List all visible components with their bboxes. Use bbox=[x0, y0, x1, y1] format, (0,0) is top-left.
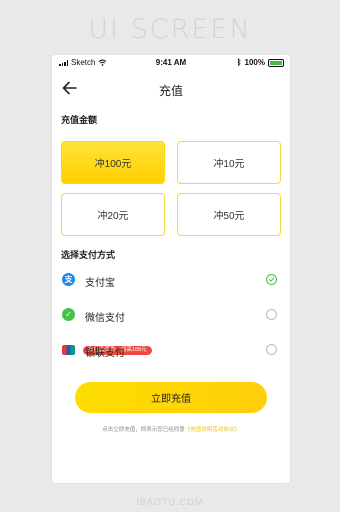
radio-unchecked-icon[interactable] bbox=[266, 344, 277, 355]
recharge-now-button[interactable]: 立即充值 bbox=[75, 382, 267, 413]
amount-option-100[interactable]: 冲100元 bbox=[61, 141, 165, 184]
amount-option-10[interactable]: 冲10元 bbox=[177, 141, 281, 184]
bluetooth-icon: ᛒ bbox=[236, 58, 242, 67]
agreement-text: 点击立即充值，即表示您已经同意《充值说明活动协议》 bbox=[52, 425, 290, 433]
payment-method-wechat[interactable]: ✓ 微信支付 bbox=[61, 307, 280, 325]
payment-section-label: 选择支付方式 bbox=[61, 250, 116, 260]
amount-section-label: 充值金额 bbox=[61, 115, 98, 125]
page-title: 充值 bbox=[158, 84, 183, 98]
agreement-prefix: 点击立即充值，即表示您已经同意 bbox=[102, 427, 185, 433]
amount-option-50[interactable]: 冲50元 bbox=[177, 193, 281, 236]
radio-unchecked-icon[interactable] bbox=[266, 309, 277, 320]
status-bar: Sketch 9:41 AM ᛒ 100% bbox=[52, 55, 290, 71]
payment-method-alipay[interactable]: 支 支付宝 bbox=[61, 272, 280, 290]
payment-method-label: 微信支付 bbox=[85, 313, 125, 324]
amount-option-label: 冲50元 bbox=[213, 211, 245, 222]
phone-screen: Sketch 9:41 AM ᛒ 100% 充值 充值金额 冲100元 冲10元… bbox=[52, 55, 290, 483]
amount-option-20[interactable]: 冲20元 bbox=[61, 193, 165, 236]
alipay-icon: 支 bbox=[62, 273, 75, 286]
payment-method-label: 银联支付 bbox=[85, 348, 125, 359]
payment-method-label: 支付宝 bbox=[85, 278, 115, 289]
amount-option-label: 冲10元 bbox=[213, 159, 245, 170]
amount-option-label: 冲100元 bbox=[94, 159, 132, 170]
watermark-url: IBAOTU.COM bbox=[136, 497, 204, 507]
payment-method-unionpay[interactable]: 银联支付 bbox=[61, 342, 280, 360]
watermark-title: UI SCREEN bbox=[88, 14, 252, 45]
unionpay-icon bbox=[62, 345, 75, 355]
nav-bar: 充值 bbox=[52, 73, 290, 103]
radio-checked-icon[interactable] bbox=[266, 274, 277, 285]
wechat-pay-icon: ✓ bbox=[62, 308, 75, 321]
battery-label: 100% bbox=[244, 58, 265, 67]
battery-icon bbox=[268, 58, 284, 67]
agreement-link[interactable]: 《充值说明活动协议》 bbox=[185, 427, 240, 433]
amount-option-label: 冲20元 bbox=[97, 211, 129, 222]
